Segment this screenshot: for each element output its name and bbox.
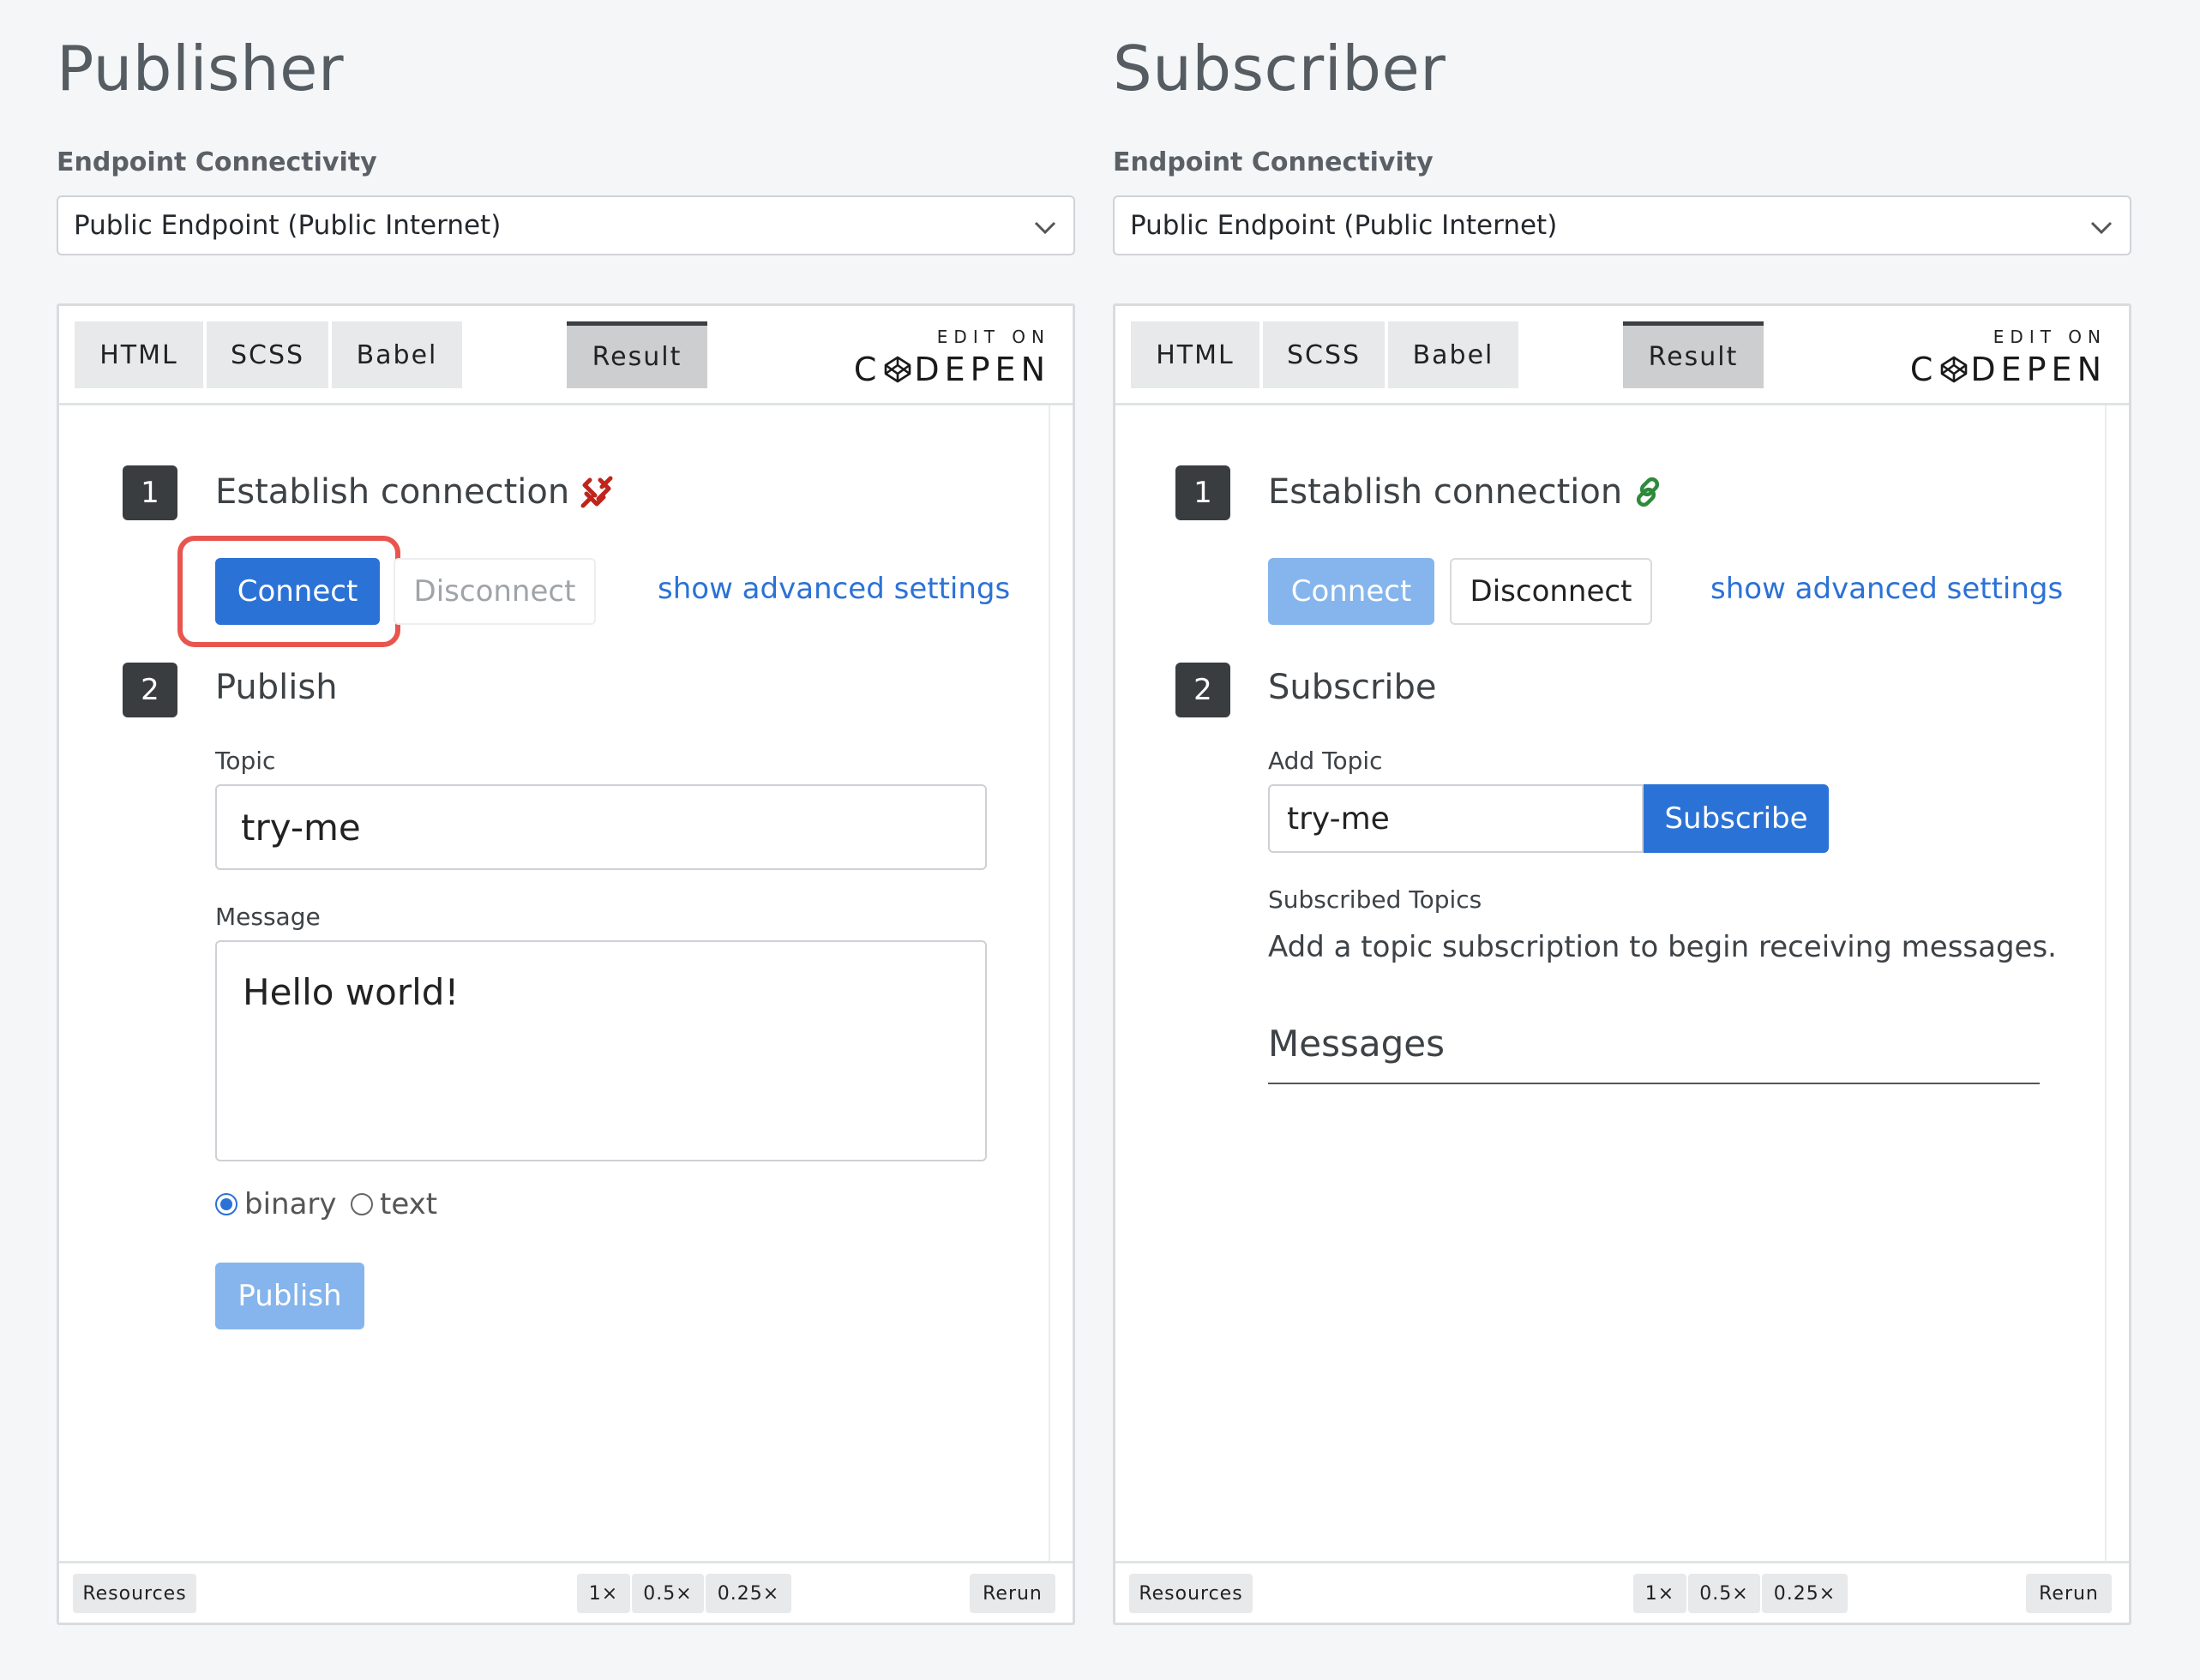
binary-radio-label: binary: [244, 1187, 337, 1221]
messages-title: Messages: [1268, 1023, 1445, 1065]
link-icon: [1637, 477, 1660, 507]
tab-result[interactable]: Result: [567, 321, 707, 388]
codepen-footer: Resources 1× 0.5× 0.25× Rerun: [59, 1561, 1073, 1623]
message-label: Message: [215, 903, 321, 931]
scrollbar[interactable]: [1049, 405, 1073, 1561]
format-binary-option[interactable]: binary: [215, 1187, 337, 1221]
codepen-cube-icon: [885, 356, 911, 383]
disconnect-button[interactable]: Disconnect: [394, 558, 596, 625]
chevron-down-icon: [2090, 221, 2113, 235]
codepen-logo-text: DEPEN: [1970, 351, 2107, 388]
codepen-embed: HTML SCSS Babel Result EDIT ON C DEPEN 1…: [57, 303, 1075, 1625]
tab-babel[interactable]: Babel: [332, 321, 462, 388]
rerun-button[interactable]: Rerun: [2026, 1574, 2112, 1613]
codepen-logo-c: C: [853, 351, 882, 388]
connect-button[interactable]: Connect: [1268, 558, 1434, 625]
tab-babel[interactable]: Babel: [1388, 321, 1518, 388]
codepen-header: HTML SCSS Babel Result EDIT ON C DEPEN: [1115, 306, 2129, 405]
codepen-cube-icon: [1941, 356, 1968, 383]
message-textarea-value: Hello world!: [243, 971, 460, 1013]
add-topic-label: Add Topic: [1268, 747, 1383, 775]
zoom-05x-button[interactable]: 0.5×: [632, 1574, 704, 1613]
message-textarea[interactable]: Hello world!: [215, 940, 987, 1161]
codepen-logo-text: DEPEN: [914, 351, 1050, 388]
step-2-badge: 2: [123, 663, 177, 717]
edit-on-codepen-link[interactable]: EDIT ON C DEPEN: [854, 327, 1050, 388]
text-radio[interactable]: [351, 1193, 373, 1215]
chevron-down-icon: [1034, 221, 1056, 235]
endpoint-select[interactable]: Public Endpoint (Public Internet): [1113, 195, 2131, 255]
step-1-title: Establish connection: [1268, 472, 1665, 512]
publisher-heading: Publisher: [57, 33, 345, 105]
topic-label: Topic: [215, 747, 276, 775]
advanced-settings-link[interactable]: show advanced settings: [658, 572, 1010, 606]
empty-subscriptions-text: Add a topic subscription to begin receiv…: [1268, 930, 2057, 964]
codepen-header: HTML SCSS Babel Result EDIT ON C DEPEN: [59, 306, 1073, 405]
topic-input[interactable]: try-me: [215, 784, 987, 870]
endpoint-label: Endpoint Connectivity: [1113, 147, 1434, 177]
zoom-1x-button[interactable]: 1×: [1633, 1574, 1686, 1613]
step-1-title-text: Establish connection: [215, 472, 570, 512]
tab-result[interactable]: Result: [1623, 321, 1764, 388]
resources-button[interactable]: Resources: [73, 1574, 196, 1613]
add-topic-input-value: try-me: [1287, 801, 1390, 837]
endpoint-select[interactable]: Public Endpoint (Public Internet): [57, 195, 1075, 255]
subscriber-heading: Subscriber: [1113, 33, 1446, 105]
edit-on-codepen-link[interactable]: EDIT ON C DEPEN: [1910, 327, 2107, 388]
result-frame: 1 Establish connection Connect Disconnec…: [1115, 405, 2105, 1561]
codepen-logo-c: C: [1909, 351, 1939, 388]
resources-button[interactable]: Resources: [1129, 1574, 1253, 1613]
scrollbar[interactable]: [2105, 405, 2129, 1561]
step-2-badge: 2: [1175, 663, 1230, 717]
endpoint-select-value: Public Endpoint (Public Internet): [1130, 210, 1558, 241]
result-frame: 1 Establish connection Connect Disconnec…: [59, 405, 1049, 1561]
add-topic-input[interactable]: try-me: [1268, 784, 1644, 853]
step-1-title: Establish connection: [215, 472, 616, 512]
codepen-embed: HTML SCSS Babel Result EDIT ON C DEPEN 1…: [1113, 303, 2131, 1625]
connect-button[interactable]: Connect: [215, 558, 380, 625]
subscribed-topics-label: Subscribed Topics: [1268, 885, 1482, 914]
tab-scss[interactable]: SCSS: [207, 321, 328, 388]
edit-on-label: EDIT ON: [936, 327, 1050, 347]
codepen-logo: C DEPEN: [854, 351, 1050, 388]
edit-on-label: EDIT ON: [1993, 327, 2107, 347]
zoom-05x-button[interactable]: 0.5×: [1688, 1574, 1760, 1613]
advanced-settings-link[interactable]: show advanced settings: [1710, 572, 2063, 606]
tab-scss[interactable]: SCSS: [1263, 321, 1385, 388]
codepen-logo: C DEPEN: [1910, 351, 2107, 388]
text-radio-label: text: [380, 1187, 438, 1221]
endpoint-select-value: Public Endpoint (Public Internet): [74, 210, 502, 241]
broken-link-icon: [580, 476, 613, 508]
tab-html[interactable]: HTML: [1131, 321, 1259, 388]
rerun-button[interactable]: Rerun: [970, 1574, 1055, 1613]
codepen-footer: Resources 1× 0.5× 0.25× Rerun: [1115, 1561, 2129, 1623]
zoom-1x-button[interactable]: 1×: [577, 1574, 630, 1613]
publish-button[interactable]: Publish: [215, 1263, 364, 1329]
endpoint-label: Endpoint Connectivity: [57, 147, 377, 177]
binary-radio[interactable]: [215, 1193, 237, 1215]
format-text-option[interactable]: text: [351, 1187, 437, 1221]
step-1-badge: 1: [123, 465, 177, 520]
subscribe-button[interactable]: Subscribe: [1644, 784, 1829, 853]
zoom-025x-button[interactable]: 0.25×: [706, 1574, 791, 1613]
step-1-badge: 1: [1175, 465, 1230, 520]
messages-divider: [1268, 1083, 2040, 1084]
zoom-025x-button[interactable]: 0.25×: [1762, 1574, 1848, 1613]
step-2-title: Subscribe: [1268, 668, 1437, 707]
disconnect-button[interactable]: Disconnect: [1450, 558, 1652, 625]
step-1-title-text: Establish connection: [1268, 472, 1623, 512]
tab-html[interactable]: HTML: [75, 321, 203, 388]
topic-input-value: try-me: [241, 806, 361, 849]
step-2-title: Publish: [215, 668, 338, 707]
